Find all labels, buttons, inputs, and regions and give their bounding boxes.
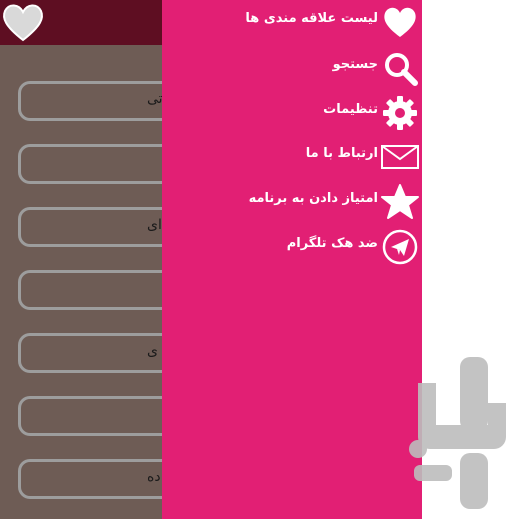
search-icon [381, 49, 419, 87]
menu-item-label: ارتباط با ما [305, 146, 378, 161]
menu-item-label: جستجو [332, 57, 378, 72]
telegram-icon [381, 228, 419, 266]
navigation-drawer: لیست علاقه مندی ها جستجو تنظیمات ارتباط … [162, 0, 422, 519]
menu-item-label: تنظیمات [323, 102, 378, 117]
star-icon [381, 183, 419, 221]
menu-item-label: امتیاز دادن به برنامه [248, 191, 378, 206]
menu-item-rate[interactable]: امتیاز دادن به برنامه [162, 181, 422, 221]
menu-item-label: لیست علاقه مندی ها [245, 11, 378, 26]
menu-item-label: ضد هک تلگرام [286, 236, 378, 251]
heart-icon [381, 3, 419, 41]
cafebazaar-logo-icon [409, 357, 506, 509]
menu-item-contact[interactable]: ارتباط با ما [162, 136, 422, 176]
menu-item-favorites[interactable]: لیست علاقه مندی ها [162, 1, 422, 41]
mail-icon [381, 138, 419, 176]
menu-item-settings[interactable]: تنظیمات [162, 92, 422, 132]
menu-item-search[interactable]: جستجو [162, 47, 422, 87]
heart-icon[interactable] [1, 2, 45, 42]
gear-icon [381, 94, 419, 132]
menu-item-anti-hack[interactable]: ضد هک تلگرام [162, 226, 422, 266]
